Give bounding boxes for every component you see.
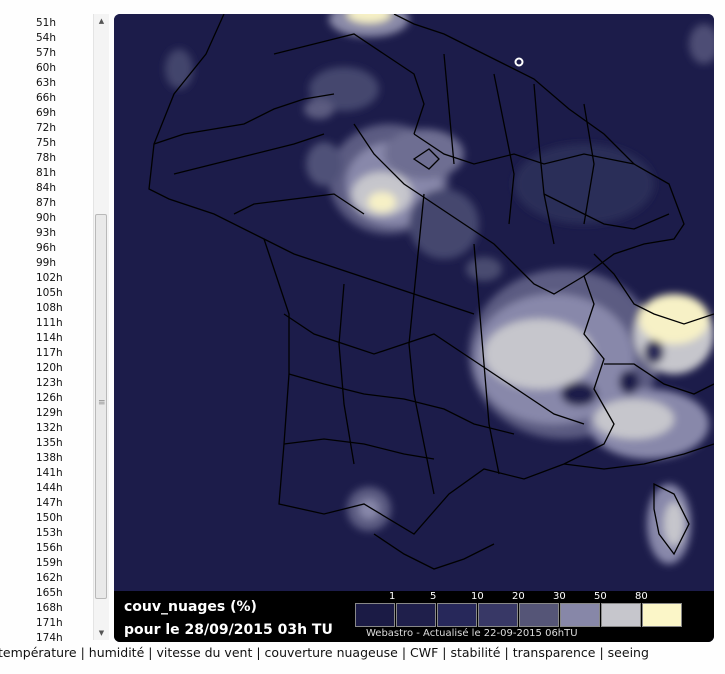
- legend-swatch: [601, 603, 641, 627]
- hour-link[interactable]: 150h: [36, 511, 63, 526]
- legend-swatch: [519, 603, 559, 627]
- scroll-down-arrow-icon[interactable]: ▼: [94, 626, 109, 640]
- nav-link[interactable]: couverture nuageuse: [265, 645, 398, 660]
- scrollbar-thumb[interactable]: ≡: [95, 214, 107, 599]
- nav-link[interactable]: stabilité: [450, 645, 500, 660]
- hour-link[interactable]: 147h: [36, 496, 63, 511]
- hour-link[interactable]: 135h: [36, 436, 63, 451]
- nav-separator: |: [80, 645, 85, 660]
- nav-separator: |: [599, 645, 604, 660]
- hour-link[interactable]: 75h: [36, 136, 56, 151]
- map-legend-bar: couv_nuages (%) pour le 28/09/2015 03h T…: [114, 591, 714, 642]
- hour-link[interactable]: 123h: [36, 376, 63, 391]
- hour-link[interactable]: 144h: [36, 481, 63, 496]
- hour-link[interactable]: 90h: [36, 211, 56, 226]
- hour-link[interactable]: 54h: [36, 31, 56, 46]
- legend-label: 1: [389, 591, 396, 602]
- nav-link[interactable]: transparence: [513, 645, 596, 660]
- hour-link[interactable]: 120h: [36, 361, 63, 376]
- hour-link[interactable]: 168h: [36, 601, 63, 616]
- legend-swatch: [560, 603, 600, 627]
- nav-link[interactable]: CWF: [410, 645, 438, 660]
- legend-label: 10: [471, 591, 484, 602]
- hour-link[interactable]: 111h: [36, 316, 63, 331]
- legend-labels: 1 5 10 20 30 50 80: [355, 591, 695, 603]
- variable-nav: température | humidité | vitesse du vent…: [0, 645, 649, 660]
- hour-link[interactable]: 69h: [36, 106, 56, 121]
- nav-separator: |: [401, 645, 407, 660]
- hour-link[interactable]: 60h: [36, 61, 56, 76]
- hour-link[interactable]: 138h: [36, 451, 63, 466]
- hour-link[interactable]: 153h: [36, 526, 63, 541]
- france-cloud-map: [114, 14, 714, 592]
- legend-label: 20: [512, 591, 525, 602]
- hour-link[interactable]: 171h: [36, 616, 63, 631]
- color-legend: [355, 603, 683, 627]
- hour-link[interactable]: 66h: [36, 91, 56, 106]
- hour-link[interactable]: 51h: [36, 16, 56, 31]
- hour-link[interactable]: 141h: [36, 466, 63, 481]
- hour-link[interactable]: 93h: [36, 226, 56, 241]
- hour-link[interactable]: 72h: [36, 121, 56, 136]
- nav-separator: |: [148, 645, 153, 660]
- hour-link[interactable]: 174h: [36, 631, 63, 642]
- map-title: couv_nuages (%): [124, 599, 257, 615]
- nav-separator: |: [256, 645, 261, 660]
- legend-swatch: [478, 603, 518, 627]
- hour-link[interactable]: 162h: [36, 571, 63, 586]
- nav-link[interactable]: seeing: [608, 645, 649, 660]
- legend-label: 80: [635, 591, 648, 602]
- hour-link[interactable]: 102h: [36, 271, 63, 286]
- hour-list: 51h 54h 57h 60h 63h 66h 69h 72h 75h 78h 81h 84h 87h 9…: [0, 14, 92, 642]
- hour-link[interactable]: 87h: [36, 196, 56, 211]
- nav-link[interactable]: température: [0, 645, 77, 660]
- hour-link[interactable]: 84h: [36, 181, 56, 196]
- hour-list-scrollbar[interactable]: ▲ ≡ ▼: [93, 14, 109, 640]
- nav-link[interactable]: humidité: [89, 645, 145, 660]
- nav-separator: |: [442, 645, 447, 660]
- cloud-cover-map: couv_nuages (%) pour le 28/09/2015 03h T…: [114, 14, 714, 642]
- hour-link[interactable]: 81h: [36, 166, 56, 181]
- hour-link[interactable]: 114h: [36, 331, 63, 346]
- hour-link[interactable]: 156h: [36, 541, 63, 556]
- hour-link[interactable]: 126h: [36, 391, 63, 406]
- hour-link[interactable]: 78h: [36, 151, 56, 166]
- legend-label: 30: [553, 591, 566, 602]
- hour-link[interactable]: 105h: [36, 286, 63, 301]
- legend-swatch: [355, 603, 395, 627]
- hour-link[interactable]: 129h: [36, 406, 63, 421]
- hour-link[interactable]: 132h: [36, 421, 63, 436]
- scroll-up-arrow-icon[interactable]: ▲: [94, 14, 109, 28]
- hour-link[interactable]: 108h: [36, 301, 63, 316]
- hour-link[interactable]: 57h: [36, 46, 56, 61]
- hour-link[interactable]: 117h: [36, 346, 63, 361]
- hour-link[interactable]: 165h: [36, 586, 63, 601]
- legend-label: 5: [430, 591, 437, 602]
- hour-link[interactable]: 63h: [36, 76, 56, 91]
- grip-icon: ≡: [98, 398, 106, 408]
- nav-separator: |: [504, 645, 509, 660]
- legend-swatch: [396, 603, 436, 627]
- map-date: pour le 28/09/2015 03h TU: [124, 622, 333, 638]
- legend-swatch: [642, 603, 682, 627]
- hour-link[interactable]: 159h: [36, 556, 63, 571]
- legend-label: 50: [594, 591, 607, 602]
- hour-link[interactable]: 99h: [36, 256, 56, 271]
- map-credit: Webastro - Actualisé le 22-09-2015 06hTU: [366, 628, 578, 639]
- nav-link[interactable]: vitesse du vent: [156, 645, 252, 660]
- legend-swatch: [437, 603, 477, 627]
- hour-link[interactable]: 96h: [36, 241, 56, 256]
